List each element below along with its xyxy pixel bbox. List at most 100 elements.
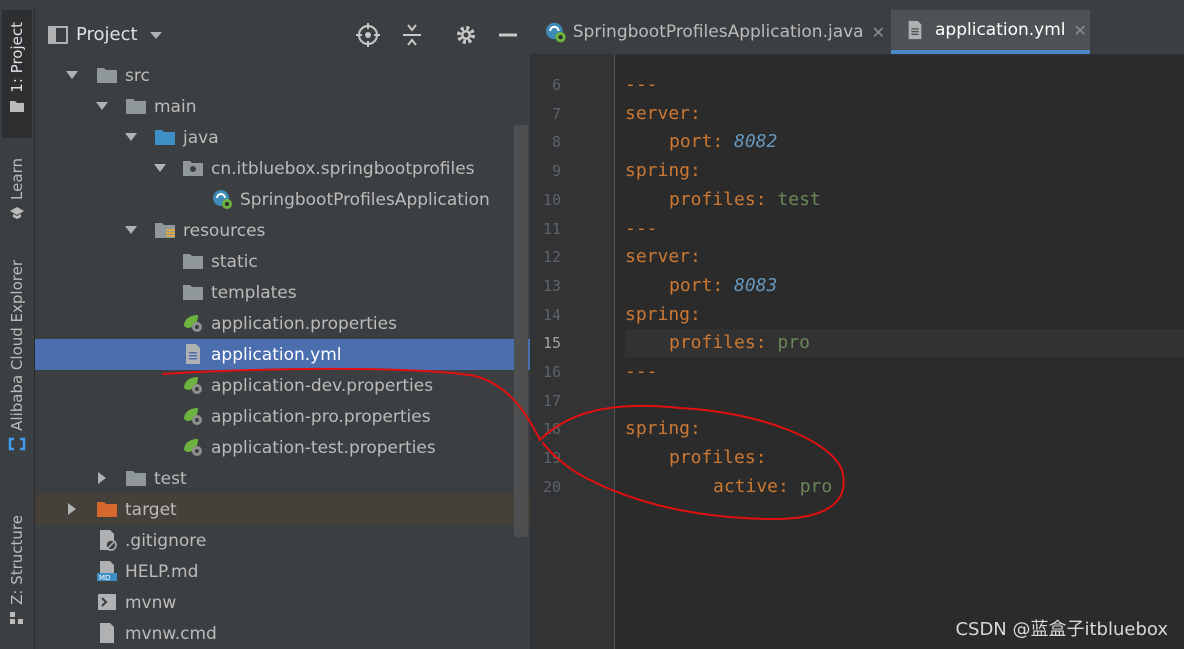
code-line[interactable]: ---: [625, 215, 1184, 243]
chevron-down-icon[interactable]: [95, 99, 109, 113]
code-line[interactable]: profiles: pro: [625, 329, 1184, 358]
yaml-key: active: [713, 475, 779, 497]
chevron-down-icon[interactable]: [153, 161, 167, 175]
yaml-colon: :: [712, 274, 724, 296]
spring-boot-class-icon: [546, 22, 566, 43]
tree-item-java[interactable]: java: [35, 122, 530, 153]
tree-item-label: .gitignore: [125, 530, 207, 551]
tool-window-strip: 1: Project Learn Alibaba Cloud Explorer …: [0, 10, 35, 649]
excluded-folder-icon: [97, 502, 117, 517]
editor-tab-label: SpringbootProfilesApplication.java: [572, 22, 864, 42]
toolwindow-tab-project[interactable]: 1: Project: [2, 10, 32, 138]
editor-tab-application-java[interactable]: SpringbootProfilesApplication.java ✕: [530, 10, 885, 54]
code-line[interactable]: server:: [625, 100, 1184, 128]
code-line[interactable]: ---: [625, 358, 1184, 386]
gutter-divider: [614, 54, 615, 649]
code-line[interactable]: server:: [625, 243, 1184, 271]
tree-item-help-md[interactable]: MD HELP.md: [35, 556, 530, 587]
tree-item-application-properties[interactable]: application.properties: [35, 308, 530, 339]
tree-item-target[interactable]: target: [35, 494, 530, 525]
code-line[interactable]: port: 8083: [625, 272, 1184, 300]
tree-item-application-class[interactable]: SpringbootProfilesApplication: [35, 184, 530, 215]
line-number: 12: [542, 248, 561, 267]
collapse-all-icon[interactable]: [400, 23, 424, 47]
code-line[interactable]: spring:: [625, 301, 1184, 329]
code-line[interactable]: spring:: [625, 415, 1184, 443]
project-panel-header: Project: [35, 10, 530, 60]
yaml-value: test: [777, 188, 821, 210]
tree-item-application-dev-properties[interactable]: application-dev.properties: [35, 370, 530, 401]
yaml-key: server: [625, 246, 691, 268]
line-number: 16: [542, 363, 561, 381]
toolwindow-tab-alibaba-cloud[interactable]: Alibaba Cloud Explorer: [2, 260, 32, 490]
close-icon[interactable]: ✕: [1074, 21, 1087, 40]
tree-item-label: application-dev.properties: [211, 375, 434, 396]
yaml-key: spring: [625, 303, 691, 325]
locate-icon[interactable]: [356, 23, 380, 47]
line-number: 9: [551, 162, 561, 181]
tree-item-label: main: [154, 96, 197, 117]
tree-item-mvnw-cmd[interactable]: mvnw.cmd: [35, 618, 530, 649]
editor-tab-application-yml[interactable]: application.yml ✕: [891, 10, 1090, 54]
tree-item-label: templates: [211, 282, 297, 303]
tree-item-application-test-properties[interactable]: application-test.properties: [35, 432, 530, 463]
yaml-colon: :: [690, 418, 701, 440]
chevron-down-icon[interactable]: [149, 25, 163, 45]
tree-item-application-pro-properties[interactable]: application-pro.properties: [35, 401, 530, 432]
close-icon[interactable]: ✕: [872, 23, 885, 42]
yaml-file-icon: [186, 344, 200, 364]
tree-item-label: src: [125, 65, 150, 86]
tree-item-gitignore[interactable]: .gitignore: [35, 525, 530, 556]
code-line[interactable]: profiles:: [625, 444, 1184, 472]
tree-item-test[interactable]: test: [35, 463, 530, 494]
yaml-colon: :: [755, 188, 767, 210]
chevron-down-icon[interactable]: [65, 68, 79, 82]
code-line[interactable]: port: 8082: [625, 128, 1184, 156]
tree-item-label: resources: [183, 220, 266, 241]
project-panel-title[interactable]: Project: [76, 24, 138, 45]
tree-item-mvnw[interactable]: mvnw: [35, 587, 530, 618]
toolwindow-tab-label: Learn: [8, 158, 26, 200]
yaml-key: profiles: [669, 332, 756, 354]
tree-item-static[interactable]: static: [35, 246, 530, 277]
code-line[interactable]: active: pro: [625, 473, 1184, 501]
toolwindow-tab-learn[interactable]: Learn: [2, 158, 32, 238]
code-line[interactable]: spring:: [625, 157, 1184, 185]
yaml-file-icon: [908, 20, 922, 40]
cmd-file-icon: [100, 623, 114, 643]
tree-item-package[interactable]: cn.itbluebox.springbootprofiles: [35, 153, 530, 184]
code-line[interactable]: profiles: test: [625, 186, 1184, 214]
tree-item-main[interactable]: main: [35, 91, 530, 122]
structure-icon: [10, 611, 23, 624]
code-line[interactable]: [625, 387, 1184, 415]
editor-tab-label: application.yml: [935, 20, 1066, 40]
yaml-document-separator: ---: [625, 217, 658, 239]
chevron-right-icon[interactable]: [95, 471, 109, 485]
tree-item-application-yml[interactable]: application.yml: [35, 339, 530, 370]
tree-item-templates[interactable]: templates: [35, 277, 530, 308]
minimize-icon[interactable]: [497, 23, 519, 47]
tree-item-label: application-pro.properties: [211, 406, 431, 427]
tree-item-label: cn.itbluebox.springbootprofiles: [211, 158, 475, 179]
yaml-colon: :: [778, 475, 789, 497]
code-line[interactable]: ---: [625, 71, 1184, 99]
gear-icon[interactable]: [454, 23, 478, 47]
spring-boot-class-icon: [213, 190, 232, 209]
line-number: 19: [542, 449, 561, 468]
toolwindow-tab-structure[interactable]: Z: Structure: [2, 515, 32, 649]
line-number-gutter: 6 7 8 9 10 11 12 13 14 15 16 17 18 19 20: [530, 54, 615, 649]
folder-icon: [126, 471, 146, 486]
tree-item-src[interactable]: src: [35, 60, 530, 91]
folder-icon: [97, 68, 117, 83]
chevron-right-icon[interactable]: [65, 502, 79, 516]
package-icon: [183, 161, 203, 176]
chevron-down-icon[interactable]: [124, 223, 138, 237]
folder-icon: [126, 99, 146, 114]
chevron-down-icon[interactable]: [124, 130, 138, 144]
vertical-scrollbar[interactable]: [514, 125, 528, 537]
line-number: 6: [551, 76, 561, 94]
resources-folder-icon: [155, 223, 175, 238]
source-folder-icon: [155, 130, 175, 145]
tree-item-label: java: [183, 127, 219, 148]
tree-item-resources[interactable]: resources: [35, 215, 530, 246]
